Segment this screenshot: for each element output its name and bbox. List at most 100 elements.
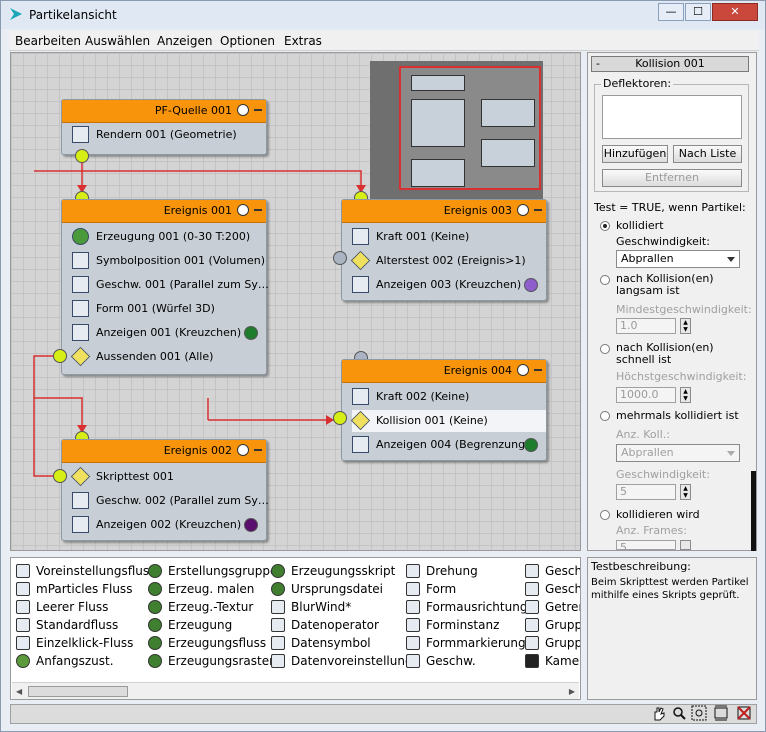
display-color-swatch[interactable] — [244, 326, 258, 340]
bulb-icon[interactable] — [237, 104, 249, 116]
scroll-thumb[interactable] — [28, 686, 128, 697]
particle-graph-canvas[interactable]: PF-Quelle 001 Rendern 001 (Geometrie) Er… — [10, 52, 581, 551]
output-port[interactable] — [53, 469, 67, 483]
initial-state-icon — [16, 654, 30, 668]
flow-icon — [16, 618, 30, 632]
operator-row[interactable]: Anzeigen 003 (Kreuzchen) — [352, 274, 548, 296]
output-port[interactable] — [53, 349, 67, 363]
operator-row-selected[interactable]: Kollision 001 (Keine) — [350, 410, 546, 432]
operator-row[interactable]: Geschw. 001 (Parallel zum Sy… — [72, 274, 269, 296]
node-event-003[interactable]: Ereignis 003 Kraft 001 (Keine) Alterstes… — [341, 199, 547, 301]
minimize-icon[interactable] — [534, 369, 542, 371]
menu-extras[interactable]: Extras — [284, 34, 322, 48]
multi-speed-dropdown[interactable]: Abprallen — [616, 444, 740, 462]
scroll-right-icon[interactable]: ▶ — [569, 687, 575, 696]
node-header[interactable]: Ereignis 004 — [342, 360, 546, 383]
radio-will-collide[interactable] — [600, 510, 610, 520]
display-color-swatch[interactable] — [524, 438, 538, 452]
speed2-field[interactable]: 5 — [616, 484, 676, 500]
no-zoom-icon[interactable] — [736, 704, 752, 722]
operator-row[interactable]: Anzeigen 001 (Kreuzchen) — [72, 322, 268, 344]
node-event-001[interactable]: Ereignis 001 Erzeugung 001 (0-30 T:200) … — [61, 199, 269, 375]
operator-row[interactable]: Anzeigen 002 (Kreuzchen) — [72, 514, 268, 536]
depot-horizontal-scrollbar[interactable]: ◀ ▶ — [12, 682, 579, 699]
frames-spinner[interactable] — [680, 540, 691, 550]
minimize-icon[interactable] — [534, 209, 542, 211]
operator-row[interactable]: Symbolposition 001 (Volumen) — [72, 250, 268, 272]
output-port[interactable] — [75, 149, 89, 163]
test-label: Test = TRUE, wenn Partikel: — [594, 201, 746, 214]
min-speed-label: Mindestgeschwindigkeit: — [616, 303, 752, 316]
zoom-icon[interactable] — [671, 704, 687, 722]
scroll-left-icon[interactable]: ◀ — [16, 687, 22, 696]
rollout-header[interactable]: - Kollision 001 — [591, 56, 749, 72]
max-speed-field[interactable]: 1000.0 — [616, 387, 676, 403]
bulb-icon[interactable] — [237, 204, 249, 216]
operator-row[interactable]: Skripttest 001 — [70, 466, 268, 488]
bulb-icon[interactable] — [517, 364, 529, 376]
minimap-viewport[interactable] — [399, 66, 541, 190]
add-button[interactable]: Hinzufügen — [602, 145, 668, 163]
min-speed-spinner[interactable]: ▲ ▼ — [680, 318, 691, 334]
operator-row[interactable]: Alterstest 002 (Ereignis>1) — [350, 250, 548, 272]
menu-auswaehlen[interactable]: Auswählen — [85, 34, 150, 48]
frames-field[interactable]: 5 — [616, 540, 676, 554]
title-bar: Partikelansicht — ☐ ✕ — [1, 1, 765, 29]
node-event-004[interactable]: Ereignis 004 Kraft 002 (Keine) Kollision… — [341, 359, 547, 461]
depot-item-label: Grupp — [545, 618, 581, 632]
deflectors-list[interactable] — [602, 95, 742, 139]
display-color-swatch[interactable] — [244, 518, 258, 532]
zoom-region-icon[interactable] — [691, 704, 707, 722]
output-port[interactable] — [333, 411, 347, 425]
window-title: Partikelansicht — [29, 8, 117, 22]
operator-row[interactable]: Erzeugung 001 (0-30 T:200) — [72, 226, 268, 248]
shape-icon — [72, 300, 89, 317]
max-speed-spinner[interactable]: ▲ ▼ — [680, 387, 691, 403]
maximize-button[interactable]: ☐ — [685, 3, 711, 21]
node-header[interactable]: PF-Quelle 001 — [62, 100, 266, 123]
node-header[interactable]: Ereignis 002 — [62, 440, 266, 463]
radio-multiple[interactable] — [600, 411, 610, 421]
output-port[interactable] — [333, 251, 347, 265]
radio-collided[interactable] — [600, 221, 610, 231]
node-event-002[interactable]: Ereignis 002 Skripttest 001 Geschw. 002 … — [61, 439, 269, 541]
panel-scrollbar[interactable] — [751, 471, 756, 551]
close-button[interactable]: ✕ — [712, 3, 758, 21]
operator-row[interactable]: Form 001 (Würfel 3D) — [72, 298, 268, 320]
zoom-extents-icon[interactable] — [713, 704, 729, 722]
description-panel: Testbeschreibung: Beim Skripttest werden… — [587, 557, 757, 700]
operator-row[interactable]: Rendern 001 (Geometrie) — [72, 124, 268, 146]
navigator-minimap[interactable] — [370, 61, 543, 200]
node-header[interactable]: Ereignis 003 — [342, 200, 546, 223]
menu-bearbeiten[interactable]: Bearbeiten — [15, 34, 81, 48]
display-color-swatch[interactable] — [524, 278, 538, 292]
node-pf-source[interactable]: PF-Quelle 001 Rendern 001 (Geometrie) — [61, 99, 267, 155]
node-header[interactable]: Ereignis 001 — [62, 200, 266, 223]
minimize-icon[interactable] — [254, 449, 262, 451]
remove-button[interactable]: Entfernen — [602, 169, 742, 187]
minimize-icon[interactable] — [254, 109, 262, 111]
operator-row[interactable]: Geschw. 002 (Parallel zum Sy… — [72, 490, 269, 512]
minimize-button[interactable]: — — [658, 3, 684, 21]
radio-slow[interactable] — [600, 275, 610, 285]
chevron-down-icon — [727, 257, 735, 262]
bulb-icon[interactable] — [517, 204, 529, 216]
radio-fast[interactable] — [600, 344, 610, 354]
min-speed-field[interactable]: 1.0 — [616, 318, 676, 334]
by-list-button[interactable]: Nach Liste — [673, 145, 742, 163]
operator-row[interactable]: Kraft 001 (Keine) — [352, 226, 548, 248]
speed-dropdown[interactable]: Abprallen — [616, 250, 740, 268]
depot-item-label: Form — [426, 582, 457, 596]
minimize-icon[interactable] — [254, 209, 262, 211]
birth-file-icon — [271, 582, 285, 596]
menu-optionen[interactable]: Optionen — [220, 34, 275, 48]
hand-icon[interactable] — [651, 704, 667, 722]
speed2-spinner[interactable]: ▲ ▼ — [680, 484, 691, 500]
bulb-icon[interactable] — [237, 444, 249, 456]
depot-item-label: Formausrichtung — [426, 600, 528, 614]
operator-row[interactable]: Anzeigen 004 (Begrenzung… — [352, 434, 548, 456]
menu-anzeigen[interactable]: Anzeigen — [157, 34, 212, 48]
collapse-icon[interactable]: - — [596, 57, 600, 71]
operator-row[interactable]: Kraft 002 (Keine) — [352, 386, 548, 408]
operator-row[interactable]: Aussenden 001 (Alle) — [70, 346, 268, 368]
